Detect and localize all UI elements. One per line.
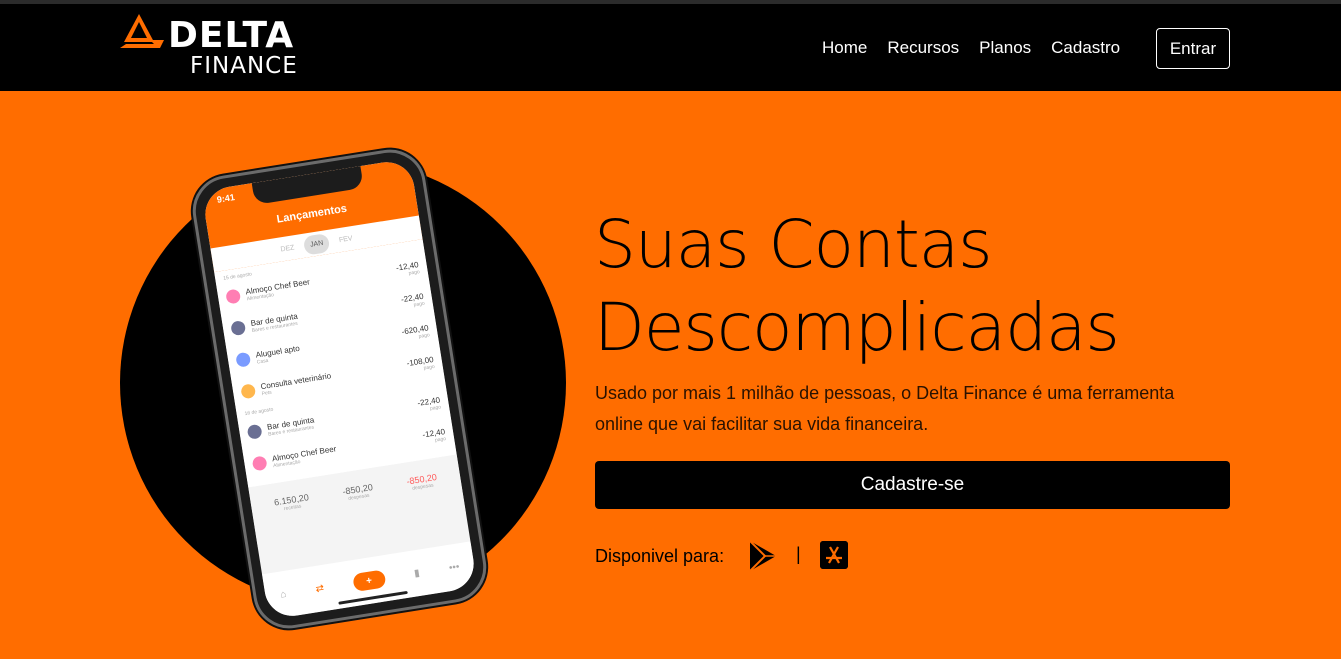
total-expenses: -850,20 despesas: [342, 482, 379, 532]
signup-button[interactable]: Cadastre-se: [595, 461, 1230, 509]
transfer-icon: ⇄: [314, 582, 325, 595]
brand-logo[interactable]: DELTA FINANCE: [120, 12, 360, 82]
food-icon: [225, 288, 242, 305]
hero-title: Suas Contas Descomplicadas: [594, 203, 1120, 369]
navbar: DELTA FINANCE Home Recursos Planos Cadas…: [0, 4, 1341, 91]
store-separator: |: [796, 544, 801, 564]
nav-link-cadastro[interactable]: Cadastro: [1051, 38, 1120, 58]
transaction-list: 15 de agosto Almoço Chef Beer Alimentação…: [214, 239, 457, 488]
home-indicator: [337, 590, 408, 605]
drink-icon: [230, 320, 247, 337]
nav-link-home[interactable]: Home: [822, 38, 867, 58]
brand-name: DELTA: [168, 15, 295, 56]
hero-description: Usado por mais 1 milhão de pessoas, o De…: [595, 383, 1175, 434]
home-icon: ⌂: [279, 588, 288, 601]
month-current: JAN: [302, 232, 331, 256]
total-income: 6.150,20 receitas: [273, 492, 315, 543]
paw-icon: [240, 383, 257, 400]
brand-subtitle: FINANCE: [190, 53, 298, 79]
nav-link-recursos[interactable]: Recursos: [887, 38, 959, 58]
chart-icon: ▮: [413, 567, 421, 580]
month-prev: DEZ: [279, 243, 295, 253]
food-icon: [251, 455, 268, 472]
google-play-icon[interactable]: [747, 540, 779, 572]
drink-icon: [246, 423, 263, 440]
house-icon: [235, 351, 252, 368]
phone-screen: 9:41 Lançamentos DEZ JAN FEV 15 de agost…: [201, 158, 478, 620]
phone-notch: [251, 166, 364, 206]
nav-link-planos[interactable]: Planos: [979, 38, 1031, 58]
main-menu: Home Recursos Planos Cadastro: [822, 38, 1120, 58]
available-label: Disponivel para:: [595, 546, 725, 566]
delta-logo-icon: [120, 14, 164, 48]
phone-body: 9:41 Lançamentos DEZ JAN FEV 15 de agost…: [187, 144, 492, 634]
total-expenses-highlight: -850,20 despesas: [406, 472, 443, 522]
app-tabbar: ⌂ ⇄ + ▮ •••: [262, 541, 478, 620]
hero-title-line-1: Suas Contas: [594, 206, 993, 283]
plus-icon: +: [351, 569, 387, 593]
app-store-icon[interactable]: [820, 541, 848, 569]
month-next: FEV: [338, 234, 354, 244]
login-button[interactable]: Entrar: [1156, 28, 1230, 69]
more-icon: •••: [448, 561, 461, 574]
phone-mockup: 9:41 Lançamentos DEZ JAN FEV 15 de agost…: [182, 144, 512, 634]
hero-title-line-2: Descomplicadas: [594, 289, 1120, 366]
status-time: 9:41: [216, 192, 236, 205]
